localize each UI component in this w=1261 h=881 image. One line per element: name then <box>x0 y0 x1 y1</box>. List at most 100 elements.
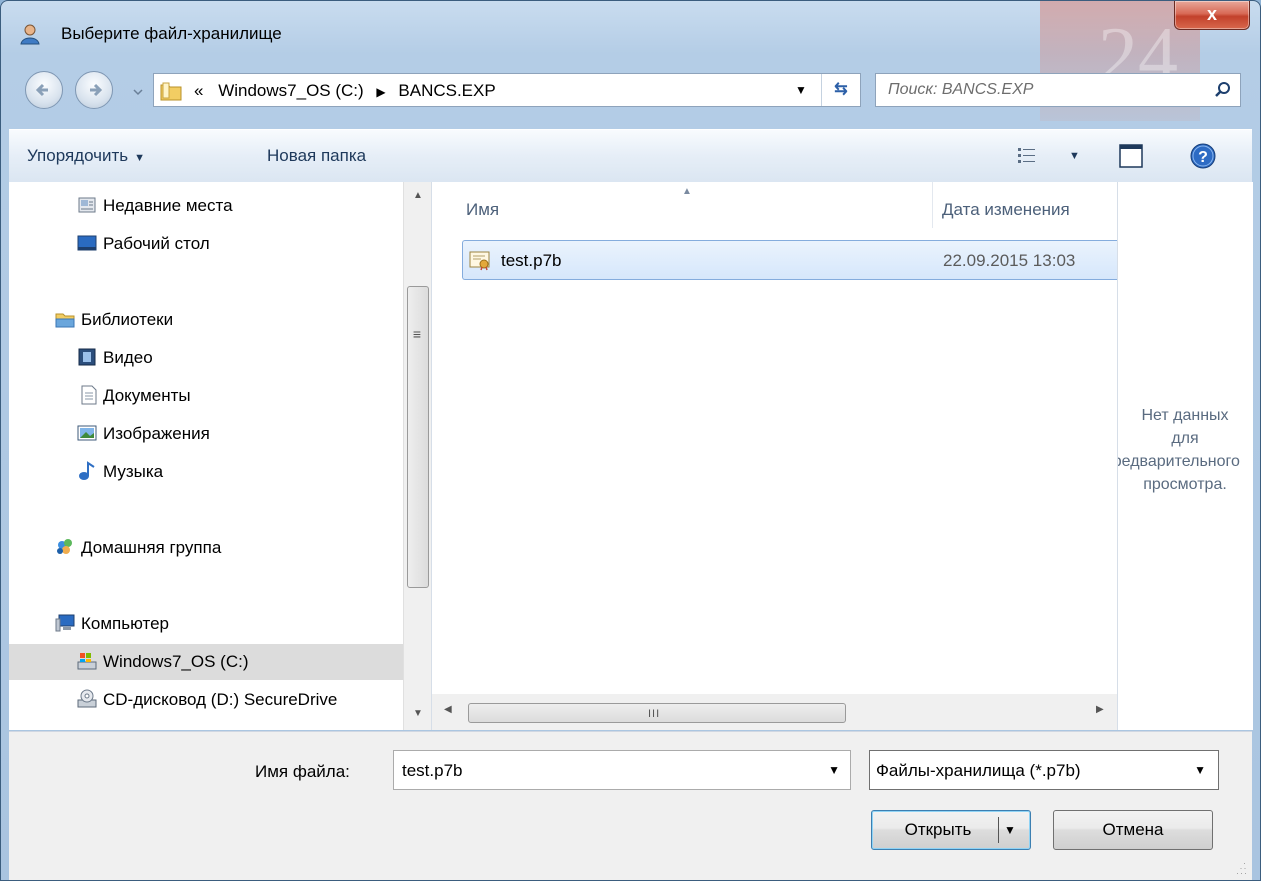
computer-icon <box>55 614 75 632</box>
navigation-pane-scrollbar[interactable]: ▲ ≡ ▼ <box>403 182 432 730</box>
column-header-date-modified[interactable]: Дата изменения <box>942 200 1070 220</box>
libraries-icon <box>55 313 75 328</box>
cd-drive-icon <box>77 689 97 708</box>
filename-input[interactable]: test.p7b ▼ <box>393 750 851 790</box>
sidebar-item-recent-places[interactable]: Недавние места <box>9 188 403 224</box>
sidebar-item-drive-c[interactable]: Windows7_OS (C:) <box>9 644 403 680</box>
column-header-name[interactable]: Имя <box>466 200 499 220</box>
preview-pane: Нет данных для предварительного просмотр… <box>1117 182 1253 730</box>
back-button[interactable] <box>25 71 63 109</box>
breadcrumb-overflow[interactable]: « <box>194 81 203 100</box>
help-icon[interactable]: ? <box>1189 142 1217 170</box>
hard-drive-icon <box>77 653 97 670</box>
sidebar-item-label: Недавние места <box>103 196 233 215</box>
sidebar-item-desktop[interactable]: Рабочий стол <box>9 226 403 262</box>
chevron-down-icon: ▼ <box>1069 150 1080 162</box>
sidebar-item-label: Видео <box>103 348 153 367</box>
chevron-right-icon[interactable]: ▶ <box>376 85 385 99</box>
arrow-left-icon <box>35 83 48 97</box>
pictures-icon <box>77 425 97 441</box>
certificate-file-icon <box>469 251 490 271</box>
address-bar[interactable]: « Windows7_OS (C:) ▶ BANCS.EXP ▼ ⇆ <box>153 73 861 107</box>
desktop-icon <box>77 235 97 251</box>
open-button[interactable]: Открыть ▼ <box>871 810 1031 850</box>
folder-icon <box>160 82 182 101</box>
sidebar-item-label: Библиотеки <box>81 310 174 329</box>
search-icon[interactable] <box>1214 81 1232 99</box>
sidebar-item-label: Документы <box>103 386 191 405</box>
scroll-up-arrow-icon[interactable]: ▲ <box>404 190 432 208</box>
sidebar-item-video[interactable]: Видео <box>9 340 403 376</box>
scroll-right-arrow-icon[interactable]: ▶ <box>1096 704 1104 715</box>
command-bar: Упорядочить ▼ Новая папка ▼ ? <box>9 129 1252 183</box>
user-icon <box>20 24 40 45</box>
video-icon <box>78 348 96 366</box>
file-type-select[interactable]: Файлы-хранилища (*.p7b) ▼ <box>869 750 1219 790</box>
new-folder-button[interactable]: Новая папка <box>267 146 366 166</box>
file-row[interactable]: test.p7b 22.09.2015 13:03 <box>462 240 1118 280</box>
sort-ascending-icon: ▲ <box>682 186 692 197</box>
documents-icon <box>81 385 97 405</box>
column-divider[interactable] <box>932 182 933 228</box>
cancel-button[interactable]: Отмена <box>1053 810 1213 850</box>
resize-grip-icon[interactable]: · ·· ··· <box>1236 859 1248 878</box>
file-open-dialog: 24 Выберите файл-хранилище x « Windows7_… <box>0 0 1261 881</box>
breadcrumb-item-drive[interactable]: Windows7_OS (C:) <box>218 81 363 100</box>
file-list-horizontal-scrollbar[interactable]: ◀ III ▶ <box>432 694 1118 730</box>
navigation-pane: Недавние места Рабочий стол Библиотеки В… <box>9 182 403 730</box>
split-divider <box>998 817 999 843</box>
sidebar-item-computer[interactable]: Компьютер <box>9 606 403 642</box>
svg-text:?: ? <box>1198 149 1208 166</box>
chevron-down-icon: ▼ <box>795 83 807 97</box>
forward-button[interactable] <box>75 71 113 109</box>
breadcrumb: « Windows7_OS (C:) ▶ BANCS.EXP <box>194 81 496 101</box>
music-icon <box>79 461 95 480</box>
search-box[interactable]: Поиск: BANCS.EXP <box>875 73 1241 107</box>
sidebar-item-pictures[interactable]: Изображения <box>9 416 403 452</box>
navigation-bar: « Windows7_OS (C:) ▶ BANCS.EXP ▼ ⇆ Поиск… <box>1 65 1260 121</box>
close-button[interactable]: x <box>1174 1 1250 30</box>
filename-value: test.p7b <box>402 761 463 780</box>
address-dropdown-button[interactable]: ▼ <box>788 74 814 106</box>
refresh-button[interactable]: ⇆ <box>821 74 860 106</box>
recent-locations-dropdown[interactable] <box>131 85 145 99</box>
filename-label: Имя файла: <box>255 762 350 781</box>
file-date-modified: 22.09.2015 13:03 <box>943 251 1076 270</box>
open-options-dropdown-icon[interactable]: ▼ <box>1004 811 1016 849</box>
breadcrumb-item-folder[interactable]: BANCS.EXP <box>398 81 495 100</box>
window-title: Выберите файл-хранилище <box>61 24 282 43</box>
sidebar-item-label: Компьютер <box>81 614 169 633</box>
sidebar-item-label: Музыка <box>103 462 164 481</box>
search-placeholder[interactable]: Поиск: BANCS.EXP <box>888 81 1033 99</box>
sidebar-item-music[interactable]: Музыка <box>9 454 403 490</box>
sidebar-item-libraries[interactable]: Библиотеки <box>9 302 403 338</box>
scrollbar-grip-icon: III <box>648 708 661 720</box>
scrollbar-grip-icon: ≡ <box>412 326 422 342</box>
title-bar: Выберите файл-хранилище x <box>1 1 1260 53</box>
scroll-left-arrow-icon[interactable]: ◀ <box>444 704 452 715</box>
view-dropdown-button[interactable]: ▼ <box>1069 150 1080 162</box>
column-header-row: ▲ Имя Дата изменения <box>432 182 1118 228</box>
refresh-icon: ⇆ <box>834 81 848 98</box>
preview-pane-icon[interactable] <box>1117 142 1145 170</box>
preview-empty-message: Нет данных для предварительного просмотр… <box>1117 407 1240 493</box>
chevron-down-icon: ▼ <box>134 152 146 164</box>
organize-menu[interactable]: Упорядочить ▼ <box>27 146 145 166</box>
sidebar-item-label: Домашняя группа <box>81 538 222 557</box>
file-list: ▲ Имя Дата изменения test.p7b 22.09.2015… <box>431 182 1118 730</box>
sidebar-item-documents[interactable]: Документы <box>9 378 403 414</box>
scroll-down-arrow-icon[interactable]: ▼ <box>404 708 432 726</box>
chevron-down-icon: ▼ <box>1194 763 1206 777</box>
arrow-right-icon <box>90 83 103 97</box>
sidebar-item-label: CD-дисковод (D:) SecureDrive <box>103 690 338 709</box>
file-name: test.p7b <box>501 251 562 270</box>
sidebar-item-label: Рабочий стол <box>103 234 210 253</box>
view-options-icon[interactable] <box>1017 146 1037 166</box>
recent-places-icon <box>78 197 96 213</box>
sidebar-item-label: Изображения <box>103 424 210 443</box>
sidebar-item-homegroup[interactable]: Домашняя группа <box>9 530 403 566</box>
file-type-value: Файлы-хранилища (*.p7b) <box>876 761 1081 780</box>
chevron-down-icon[interactable]: ▼ <box>828 763 840 777</box>
sidebar-item-cd-drive[interactable]: CD-дисковод (D:) SecureDrive <box>9 682 403 718</box>
homegroup-icon <box>57 539 72 554</box>
